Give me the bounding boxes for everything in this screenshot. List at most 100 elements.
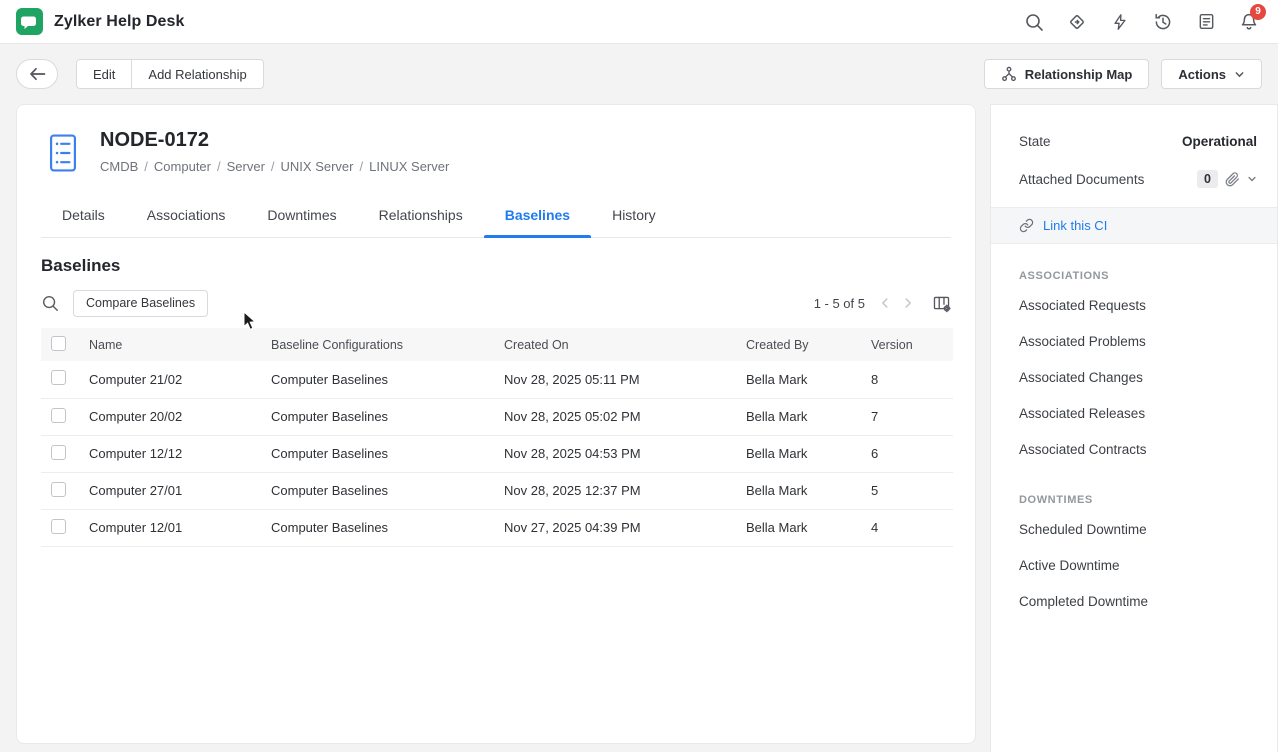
- cell-created-by: Bella Mark: [746, 361, 871, 398]
- column-header-created-on: Created On: [504, 328, 746, 361]
- cell-created-by: Bella Mark: [746, 472, 871, 509]
- app-root: Zylker Help Desk 9: [0, 0, 1278, 752]
- column-customize-icon[interactable]: [932, 294, 951, 313]
- feedback-icon[interactable]: [1195, 11, 1217, 33]
- column-header-created-by: Created By: [746, 328, 871, 361]
- pagination-range: 1 - 5 of 5: [814, 296, 865, 311]
- cell-version: 5: [871, 472, 953, 509]
- sidebar-item-completed-downtime[interactable]: Completed Downtime: [991, 584, 1277, 620]
- explore-icon[interactable]: [1066, 11, 1088, 33]
- breadcrumb-cmdb[interactable]: CMDB: [100, 159, 138, 174]
- relationship-map-label: Relationship Map: [1025, 67, 1133, 82]
- cell-version: 4: [871, 509, 953, 546]
- breadcrumb-separator: /: [271, 159, 275, 174]
- downtimes-group: Scheduled Downtime Active Downtime Compl…: [991, 512, 1277, 620]
- cell-created-on: Nov 28, 2025 05:02 PM: [504, 398, 746, 435]
- sidebar-item-associated-changes[interactable]: Associated Changes: [991, 360, 1277, 396]
- app-logo: [16, 8, 43, 35]
- relationship-map-icon: [1001, 66, 1017, 82]
- column-header-name: Name: [89, 328, 271, 361]
- notification-badge: 9: [1250, 4, 1266, 20]
- row-checkbox[interactable]: [51, 370, 66, 385]
- page-next-icon[interactable]: [901, 296, 915, 310]
- sidebar-item-associated-problems[interactable]: Associated Problems: [991, 324, 1277, 360]
- breadcrumb-computer[interactable]: Computer: [154, 159, 211, 174]
- cell-created-by: Bella Mark: [746, 435, 871, 472]
- breadcrumb-unix-server[interactable]: UNIX Server: [281, 159, 354, 174]
- list-search-icon[interactable]: [41, 294, 59, 312]
- tab-baselines[interactable]: Baselines: [484, 196, 591, 237]
- actions-button[interactable]: Actions: [1161, 59, 1262, 89]
- search-icon[interactable]: [1023, 11, 1045, 33]
- breadcrumb-separator: /: [360, 159, 364, 174]
- compare-baselines-button[interactable]: Compare Baselines: [73, 290, 208, 317]
- tab-details[interactable]: Details: [41, 196, 126, 237]
- link-icon: [1019, 218, 1034, 233]
- link-this-ci[interactable]: Link this CI: [991, 207, 1277, 244]
- back-button[interactable]: [16, 59, 58, 89]
- cell-created-on: Nov 27, 2025 04:39 PM: [504, 509, 746, 546]
- cell-name: Computer 27/01: [89, 472, 271, 509]
- tab-downtimes[interactable]: Downtimes: [246, 196, 357, 237]
- history-icon[interactable]: [1152, 11, 1174, 33]
- breadcrumb-linux-server[interactable]: LINUX Server: [369, 159, 449, 174]
- page-title: NODE-0172: [100, 129, 449, 152]
- baselines-table: Name Baseline Configurations Created On …: [41, 328, 953, 547]
- cell-version: 8: [871, 361, 953, 398]
- notification-bell-icon[interactable]: 9: [1238, 11, 1260, 33]
- cell-created-on: Nov 28, 2025 04:53 PM: [504, 435, 746, 472]
- tab-relationships[interactable]: Relationships: [358, 196, 484, 237]
- add-relationship-button[interactable]: Add Relationship: [131, 59, 263, 89]
- tab-associations[interactable]: Associations: [126, 196, 247, 237]
- cell-version: 7: [871, 398, 953, 435]
- baselines-heading: Baselines: [41, 256, 951, 276]
- relationship-map-button[interactable]: Relationship Map: [984, 59, 1150, 89]
- attached-documents-count: 0: [1197, 170, 1218, 188]
- table-row[interactable]: Computer 20/02 Computer Baselines Nov 28…: [41, 398, 953, 435]
- table-row[interactable]: Computer 27/01 Computer Baselines Nov 28…: [41, 472, 953, 509]
- select-all-checkbox[interactable]: [51, 336, 66, 351]
- chevron-down-icon: [1234, 69, 1245, 80]
- breadcrumb-separator: /: [217, 159, 221, 174]
- edit-button[interactable]: Edit: [76, 59, 132, 89]
- tab-history[interactable]: History: [591, 196, 677, 237]
- table-row[interactable]: Computer 12/12 Computer Baselines Nov 28…: [41, 435, 953, 472]
- table-row[interactable]: Computer 12/01 Computer Baselines Nov 27…: [41, 509, 953, 546]
- sidebar-item-associated-releases[interactable]: Associated Releases: [991, 396, 1277, 432]
- row-checkbox[interactable]: [51, 519, 66, 534]
- topbar-icons: 9: [1023, 11, 1260, 33]
- row-checkbox[interactable]: [51, 482, 66, 497]
- attached-documents-row: Attached Documents 0: [991, 161, 1277, 197]
- cell-version: 6: [871, 435, 953, 472]
- paperclip-icon: [1225, 172, 1240, 187]
- list-pagination: 1 - 5 of 5: [814, 294, 951, 313]
- row-checkbox[interactable]: [51, 445, 66, 460]
- breadcrumb-server[interactable]: Server: [227, 159, 265, 174]
- baselines-toolbar: Compare Baselines 1 - 5 of 5: [41, 288, 951, 318]
- tab-bar: Details Associations Downtimes Relations…: [41, 196, 951, 238]
- attached-documents-label: Attached Documents: [1019, 172, 1144, 187]
- ci-server-icon: [41, 131, 85, 180]
- topbar: Zylker Help Desk 9: [0, 0, 1278, 44]
- cell-config: Computer Baselines: [271, 435, 504, 472]
- table-header-row: Name Baseline Configurations Created On …: [41, 328, 953, 361]
- action-toolbar: Edit Add Relationship Relationship Map A…: [0, 44, 1278, 104]
- cell-created-by: Bella Mark: [746, 509, 871, 546]
- downtimes-header: DOWNTIMES: [991, 494, 1277, 506]
- lightning-icon[interactable]: [1109, 11, 1131, 33]
- page-prev-icon[interactable]: [878, 296, 892, 310]
- sidebar-item-associated-requests[interactable]: Associated Requests: [991, 288, 1277, 324]
- breadcrumb: CMDB / Computer / Server / UNIX Server /…: [100, 159, 449, 174]
- sidebar-item-scheduled-downtime[interactable]: Scheduled Downtime: [991, 512, 1277, 548]
- state-value: Operational: [1182, 134, 1257, 149]
- cell-config: Computer Baselines: [271, 398, 504, 435]
- sidebar-item-associated-contracts[interactable]: Associated Contracts: [991, 432, 1277, 468]
- table-row[interactable]: Computer 21/02 Computer Baselines Nov 28…: [41, 361, 953, 398]
- breadcrumb-separator: /: [144, 159, 148, 174]
- cell-name: Computer 12/12: [89, 435, 271, 472]
- row-checkbox[interactable]: [51, 408, 66, 423]
- attached-documents-control[interactable]: 0: [1197, 170, 1257, 188]
- sidebar-item-active-downtime[interactable]: Active Downtime: [991, 548, 1277, 584]
- cell-config: Computer Baselines: [271, 472, 504, 509]
- cell-created-by: Bella Mark: [746, 398, 871, 435]
